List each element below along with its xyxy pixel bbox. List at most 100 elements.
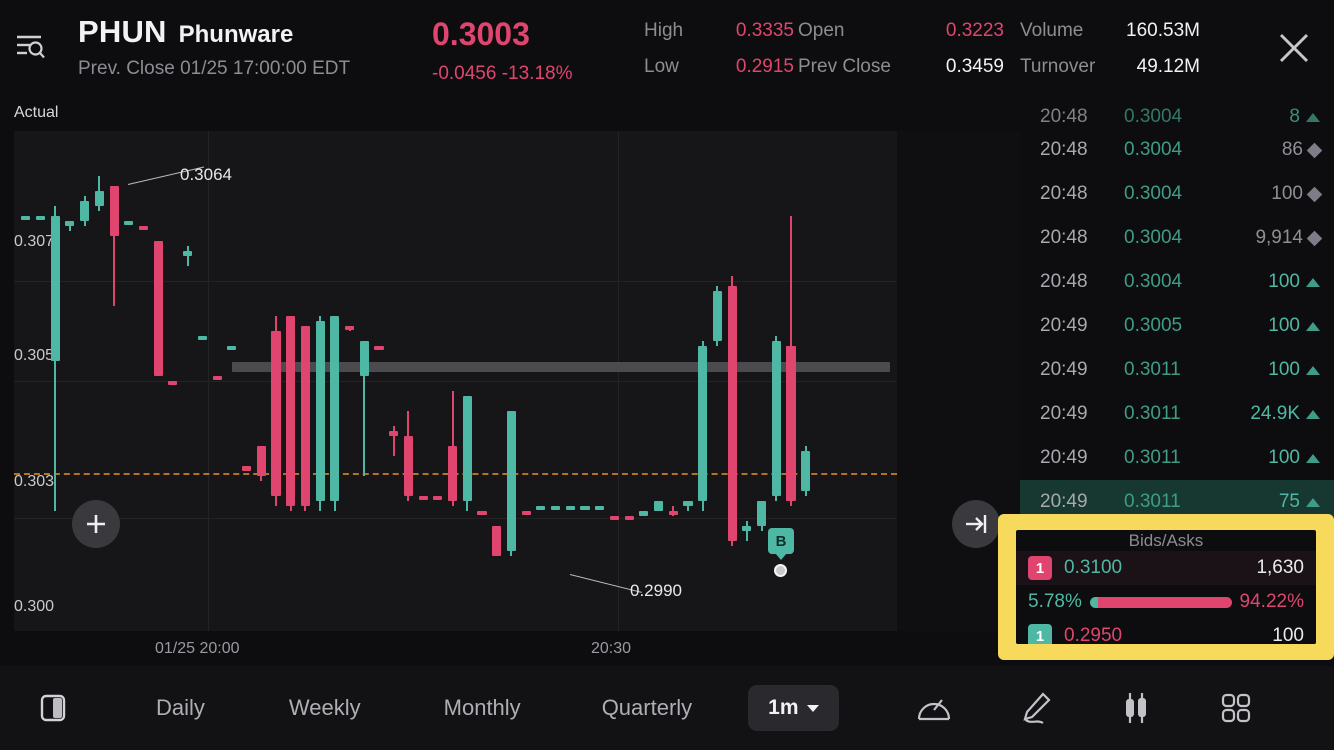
stat-value: 0.2915 <box>735 56 794 77</box>
trade-time: 20:49 <box>1040 403 1088 424</box>
candlestick <box>477 511 487 515</box>
stat-label: Turnover <box>1020 56 1096 77</box>
bids-asks-panel[interactable]: Bids/Asks 1 0.3100 1,630 5.78% 94.22% 1 … <box>1016 530 1316 644</box>
candlestick <box>227 346 237 350</box>
candle-body <box>624 516 634 520</box>
trade-time: 20:49 <box>1040 447 1088 468</box>
candlestick <box>801 446 811 496</box>
candlestick <box>286 316 296 511</box>
time-sales-row[interactable]: 20:49 0.3011 100 <box>1020 436 1334 480</box>
candle-body <box>94 191 104 206</box>
trade-size-value: 8 <box>1289 106 1300 127</box>
time-sales-row[interactable]: 20:49 0.3011 100 <box>1020 348 1334 392</box>
stat-low: Low 0.2915 <box>644 56 794 78</box>
candle-body <box>256 446 266 476</box>
candle-wick <box>186 246 189 266</box>
candle-body <box>80 201 90 221</box>
stat-value: 160.53M <box>1126 20 1200 41</box>
gridline <box>14 281 897 282</box>
neutral-trade-icon <box>1306 142 1323 158</box>
candle-body <box>639 511 649 516</box>
candle-body <box>330 316 340 501</box>
time-sales-row[interactable]: 20:48 0.3004 86 <box>1020 128 1334 172</box>
time-sales-row[interactable]: 20:48 0.3004 8 <box>1020 96 1334 128</box>
stats-high-low: High 0.3335 Low 0.2915 <box>644 20 794 78</box>
bids-asks-highlight[interactable]: Bids/Asks 1 0.3100 1,630 5.78% 94.22% 1 … <box>998 514 1334 660</box>
trade-size: 75 <box>1279 491 1320 513</box>
neutral-trade-icon <box>1306 186 1323 202</box>
gridline-vertical <box>618 131 619 631</box>
trade-size-value: 100 <box>1268 271 1300 292</box>
stat-label: Open <box>798 20 845 41</box>
stats-volume-turnover: Volume 160.53M Turnover 49.12M <box>1020 20 1200 78</box>
jump-to-latest-button[interactable] <box>952 500 1000 548</box>
split-layout-icon[interactable] <box>26 681 80 735</box>
grid-apps-icon[interactable] <box>1209 681 1263 735</box>
bid-percent: 5.78% <box>1028 591 1082 612</box>
close-icon[interactable] <box>1274 28 1314 68</box>
stat-high: High 0.3335 <box>644 20 794 42</box>
bid-qty: 100 <box>1272 625 1304 644</box>
candlestick <box>300 326 310 511</box>
list-search-icon[interactable] <box>10 24 50 68</box>
candlestick <box>595 506 605 510</box>
candle-body <box>654 501 664 511</box>
trade-time: 20:49 <box>1040 315 1088 336</box>
time-sales-row[interactable]: 20:48 0.3004 9,914 <box>1020 216 1334 260</box>
trade-size-value: 100 <box>1268 315 1300 336</box>
tab-quarterly[interactable]: Quarterly <box>602 695 692 721</box>
interval-selector[interactable]: 1m <box>748 685 839 731</box>
tab-daily[interactable]: Daily <box>156 695 205 721</box>
time-sales-row[interactable]: 20:48 0.3004 100 <box>1020 172 1334 216</box>
candlestick-icon[interactable] <box>1109 681 1163 735</box>
candlestick <box>447 391 458 506</box>
trade-price: 0.3004 <box>1124 183 1183 204</box>
candle-body <box>565 506 575 510</box>
candle-body <box>609 516 619 520</box>
candlestick <box>433 496 443 500</box>
trade-time: 20:48 <box>1040 106 1088 127</box>
trade-price: 0.3011 <box>1124 359 1181 380</box>
pencil-draw-icon[interactable] <box>1009 681 1063 735</box>
uptick-icon <box>1306 453 1320 463</box>
low-callout-label: 0.2990 <box>630 581 682 600</box>
candle-body <box>183 251 193 256</box>
candle-body <box>359 341 369 376</box>
candlestick <box>654 501 664 511</box>
symbol-block[interactable]: PHUN Phunware Prev. Close 01/25 17:00:00… <box>78 14 350 80</box>
candlestick <box>771 336 781 501</box>
candle-body <box>433 496 443 500</box>
candle-body <box>35 216 46 220</box>
time-sales-row[interactable]: 20:49 0.3005 100 <box>1020 304 1334 348</box>
tab-weekly[interactable]: Weekly <box>289 695 361 721</box>
ask-row[interactable]: 1 0.3100 1,630 <box>1016 551 1316 585</box>
gauge-icon[interactable] <box>907 681 961 735</box>
uptick-icon <box>1306 321 1320 331</box>
candle-body <box>786 346 796 501</box>
time-sales-row[interactable]: 20:49 0.3011 24.9K <box>1020 392 1334 436</box>
tab-monthly[interactable]: Monthly <box>444 695 521 721</box>
position-marker-b[interactable]: B <box>768 528 794 554</box>
prev-close-timestamp: Prev. Close 01/25 17:00:00 EDT <box>78 58 351 79</box>
company-name: Phunware <box>178 21 294 48</box>
price-chart[interactable]: Actual 0.307 0.305 0.303 0.300 0.298 0.3… <box>0 96 1020 730</box>
candle-body <box>698 346 708 501</box>
y-axis-label: 0.307 <box>14 233 55 250</box>
candlestick <box>521 511 531 515</box>
candlestick <box>580 506 590 510</box>
bid-row[interactable]: 1 0.2950 100 <box>1016 619 1316 644</box>
candle-body <box>536 506 546 510</box>
time-sales-row[interactable]: 20:48 0.3004 100 <box>1020 260 1334 304</box>
candlestick <box>786 216 796 506</box>
candlestick <box>727 276 737 546</box>
candle-body <box>300 326 310 506</box>
trade-time: 20:48 <box>1040 139 1088 160</box>
trade-size: 100 <box>1271 183 1323 205</box>
candlestick <box>197 336 207 340</box>
candle-body <box>683 501 693 506</box>
add-indicator-button[interactable] <box>72 500 120 548</box>
trade-price: 0.3011 <box>1124 403 1181 424</box>
candlestick <box>138 226 149 230</box>
stat-prev-close: Prev Close 0.3459 <box>798 56 1004 78</box>
trade-time: 20:49 <box>1040 491 1088 512</box>
